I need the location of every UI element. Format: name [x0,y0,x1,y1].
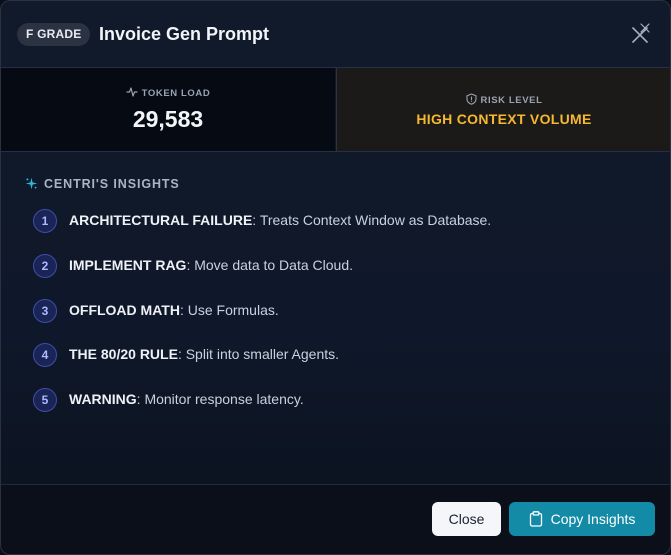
sparkle-icon [25,177,38,190]
modal-title: Invoice Gen Prompt [99,24,270,44]
insight-text: THE 80/20 RULE: Split into smaller Agent… [69,346,339,362]
insight-title: ARCHITECTURAL FAILURE [69,212,253,228]
close-button[interactable]: Close [432,502,501,536]
insight-description: : Split into smaller Agents. [177,346,340,362]
insight-description: : Move data to Data Cloud. [186,257,353,273]
token-load-label-text: TOKEN LOAD [141,88,211,99]
insight-text: IMPLEMENT RAG: Move data to Data Cloud. [69,257,353,273]
close-icon[interactable] [627,21,653,47]
activity-icon [126,87,138,97]
clipboard-icon [529,511,542,527]
shield-icon [465,93,477,105]
insight-text: WARNING: Monitor response latency. [69,391,304,407]
insights-modal: F GRADE Invoice Gen Prompt TOKEN LOAD 29… [0,0,671,555]
risk-level-label: RISK LEVEL [337,93,670,106]
insight-number: 1 [33,209,57,233]
insight-number: 3 [33,299,57,323]
risk-level-label-text: RISK LEVEL [480,95,543,106]
insights-heading-text: CENTRI'S INSIGHTS [44,177,180,191]
insight-description: : Monitor response latency. [136,391,304,407]
insight-title: IMPLEMENT RAG [69,257,187,273]
risk-level-value: HIGH CONTEXT VOLUME [416,111,592,127]
risk-level-card: RISK LEVEL HIGH CONTEXT VOLUME [336,68,670,151]
insight-title: WARNING [69,391,137,407]
copy-insights-button[interactable]: Copy Insights [509,502,655,536]
insight-title: OFFLOAD MATH [69,302,180,318]
token-load-card: TOKEN LOAD 29,583 [1,68,335,151]
modal-footer: Close Copy Insights [1,484,670,554]
insight-description: : Treats Context Window as Database. [252,212,492,228]
insight-number: 4 [33,343,57,367]
insight-title: THE 80/20 RULE [69,346,178,362]
insight-description: : Use Formulas. [179,302,279,318]
token-load-label: TOKEN LOAD [1,86,335,99]
insight-text: ARCHITECTURAL FAILURE: Treats Context Wi… [69,212,491,228]
stats-panel: TOKEN LOAD 29,583 RISK LEVEL HIGH CONTEX… [1,68,670,152]
insight-number: 5 [33,388,57,412]
grade-badge: F GRADE [17,23,91,46]
copy-insights-label: Copy Insights [550,511,636,527]
token-load-value: 29,583 [132,106,204,132]
insight-number: 2 [33,254,57,278]
insights-heading: CENTRI'S INSIGHTS [25,177,180,191]
insight-text: OFFLOAD MATH: Use Formulas. [69,302,279,318]
modal-header: F GRADE Invoice Gen Prompt [1,1,670,68]
